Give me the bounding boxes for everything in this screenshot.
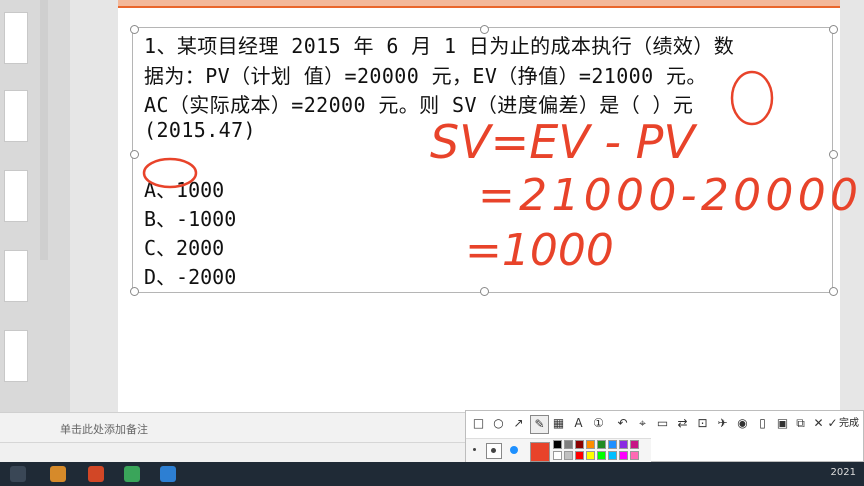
rectangle-icon[interactable]: □ xyxy=(470,415,487,432)
toolbar-tools-row: □ ○ ↗ ✎ ▦ A ① ↶ ⌖ ▭ ⇄ ⊡ ✈ ◉ ▯ ▣ ⧉ ✕ ✓ 完成 xyxy=(466,411,863,437)
pen-icon[interactable]: ✎ xyxy=(530,415,549,434)
ink-step1: =21000-20000 xyxy=(478,170,858,221)
number-icon[interactable]: ① xyxy=(590,415,607,432)
browser-icon[interactable] xyxy=(160,466,176,482)
notes-placeholder[interactable]: 单击此处添加备注 xyxy=(60,421,148,437)
share-icon[interactable]: ✈ xyxy=(714,415,731,432)
pin-icon[interactable]: ⌖ xyxy=(634,415,651,432)
app-icon[interactable] xyxy=(50,466,66,482)
ink-step2: =1000 xyxy=(465,225,614,276)
color-swatch[interactable] xyxy=(553,451,562,460)
color-swatch[interactable] xyxy=(619,440,628,449)
taskbar: 2021 xyxy=(0,462,864,486)
ink-circle xyxy=(730,70,774,126)
color-swatch[interactable] xyxy=(564,440,573,449)
color-swatch[interactable] xyxy=(553,440,562,449)
powerpoint-icon[interactable] xyxy=(88,466,104,482)
color-swatch[interactable] xyxy=(575,440,584,449)
color-swatch[interactable] xyxy=(608,451,617,460)
color-swatch[interactable] xyxy=(630,451,639,460)
long-screenshot-icon[interactable]: ▯ xyxy=(754,415,771,432)
screenshot-toolbar: □ ○ ↗ ✎ ▦ A ① ↶ ⌖ ▭ ⇄ ⊡ ✈ ◉ ▯ ▣ ⧉ ✕ ✓ 完成 xyxy=(465,410,864,463)
record-icon[interactable]: ◉ xyxy=(734,415,751,432)
mosaic-icon[interactable]: ▦ xyxy=(550,415,567,432)
save-icon[interactable]: ▣ xyxy=(774,415,791,432)
color-swatch[interactable] xyxy=(630,440,639,449)
color-swatch[interactable] xyxy=(608,440,617,449)
current-color-swatch[interactable] xyxy=(530,442,550,462)
color-swatch[interactable] xyxy=(575,451,584,460)
arrow-icon[interactable]: ↗ xyxy=(510,415,527,432)
pdf-app-icon[interactable] xyxy=(124,466,140,482)
color-swatch[interactable] xyxy=(619,451,628,460)
size-large-dot[interactable] xyxy=(510,446,518,454)
ink-circle xyxy=(142,157,198,189)
ink-formula: SV=EV - PV xyxy=(430,115,698,169)
text-icon[interactable]: A xyxy=(570,415,587,432)
ocr-icon[interactable]: ▭ xyxy=(654,415,671,432)
size-medium-dot xyxy=(491,448,496,453)
undo-icon[interactable]: ↶ xyxy=(614,415,631,432)
ellipse-icon[interactable]: ○ xyxy=(490,415,507,432)
color-swatch[interactable] xyxy=(586,451,595,460)
color-swatch[interactable] xyxy=(586,440,595,449)
color-swatch[interactable] xyxy=(597,440,606,449)
done-button[interactable]: 完成 xyxy=(839,415,859,432)
color-palette xyxy=(553,440,649,462)
copy-icon[interactable]: ⧉ xyxy=(792,415,809,432)
size-small-dot[interactable] xyxy=(473,448,476,451)
clock: 2021 xyxy=(830,467,856,478)
scan-icon[interactable]: ⊡ xyxy=(694,415,711,432)
translate-icon[interactable]: ⇄ xyxy=(674,415,691,432)
color-swatch[interactable] xyxy=(597,451,606,460)
start-icon[interactable] xyxy=(10,466,26,482)
color-swatch[interactable] xyxy=(564,451,573,460)
